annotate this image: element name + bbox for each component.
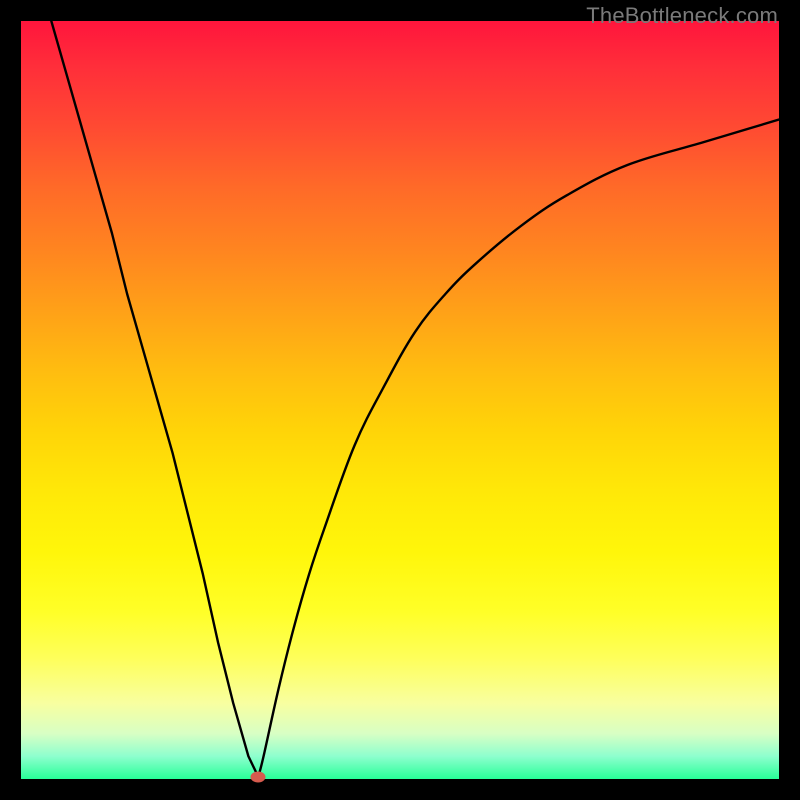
chart-frame: TheBottleneck.com bbox=[0, 0, 800, 800]
plot-gradient-background bbox=[21, 21, 779, 779]
optimal-point-marker bbox=[251, 771, 266, 782]
watermark-text: TheBottleneck.com bbox=[586, 3, 778, 29]
